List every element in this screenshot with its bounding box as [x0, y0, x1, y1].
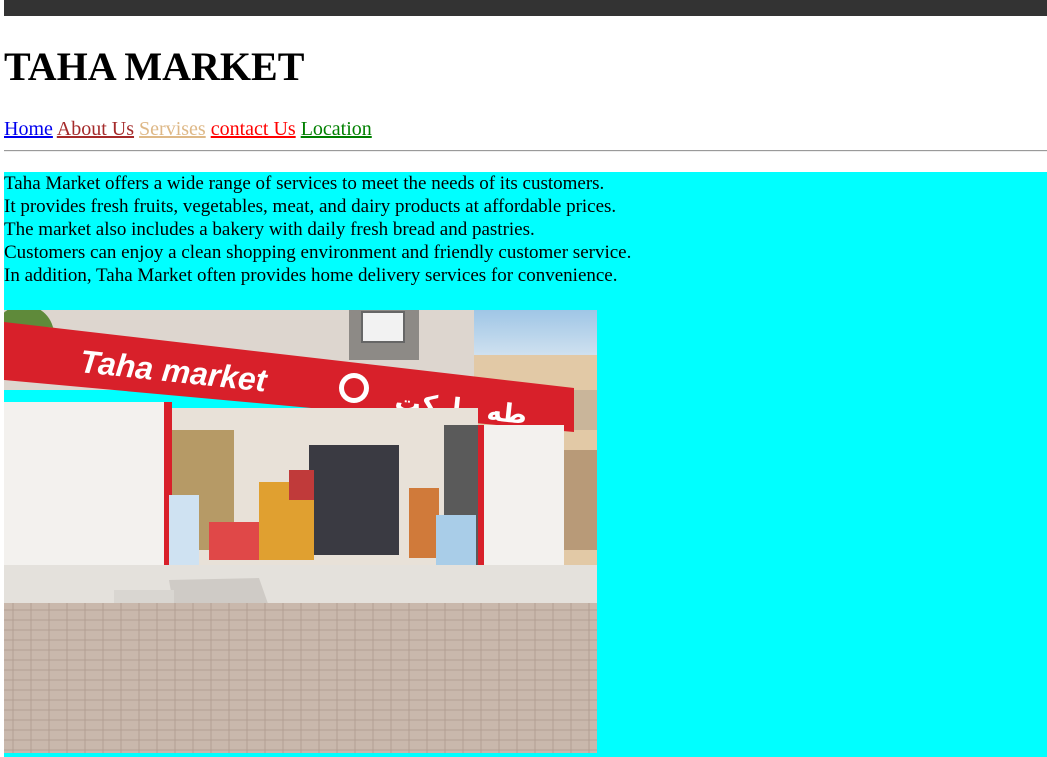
nav-link-contact-us[interactable]: contact Us: [211, 118, 296, 140]
services-line: The market also includes a bakery with d…: [4, 219, 535, 240]
nav-link-services[interactable]: Servises: [139, 118, 206, 140]
services-line: It provides fresh fruits, vegetables, me…: [4, 196, 617, 217]
page-title: TAHA MARKET: [4, 44, 305, 89]
services-line: In addition, Taha Market often provides …: [4, 265, 618, 286]
nav-link-home[interactable]: Home: [4, 118, 53, 140]
nav-link-location[interactable]: Location: [301, 118, 372, 140]
top-bar: [4, 0, 1047, 16]
services-line: Taha Market offers a wide range of servi…: [4, 173, 605, 194]
nav-bar: Home About Us Servises contact Us Locati…: [4, 117, 372, 141]
services-text: Taha Market offers a wide range of servi…: [4, 172, 631, 287]
nav-link-about-us[interactable]: About Us: [57, 118, 134, 140]
services-line: Customers can enjoy a clean shopping env…: [4, 242, 632, 263]
storefront-photo: Taha market طه ماركت: [4, 310, 597, 753]
services-section: Taha Market offers a wide range of servi…: [4, 172, 1047, 757]
horizontal-divider: [4, 150, 1047, 152]
